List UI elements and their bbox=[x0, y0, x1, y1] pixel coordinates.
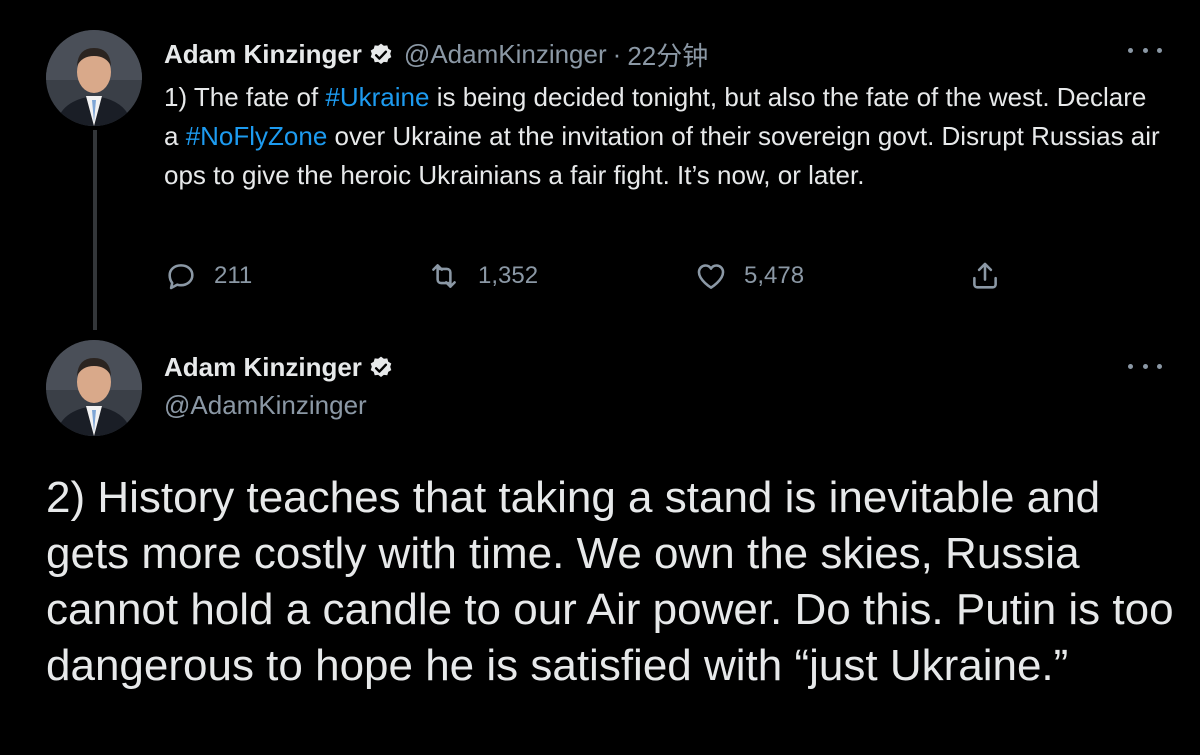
tweet-text: 1) The fate of #Ukraine is being decided… bbox=[164, 78, 1164, 195]
avatar[interactable] bbox=[46, 340, 142, 436]
reply-icon bbox=[168, 264, 194, 290]
thread-connector-line bbox=[93, 130, 97, 330]
tweet-text: 2) History teaches that taking a stand i… bbox=[46, 473, 1174, 690]
author-display-name[interactable]: Adam Kinzinger bbox=[164, 39, 362, 70]
more-options-icon[interactable] bbox=[1128, 40, 1162, 60]
heart-icon bbox=[697, 264, 725, 289]
share-button[interactable] bbox=[968, 256, 1002, 296]
hashtag-link[interactable]: #Ukraine bbox=[325, 82, 429, 112]
verified-badge-icon bbox=[368, 355, 394, 381]
tweet-header: Adam Kinzinger @AdamKinzinger · 22分钟 bbox=[164, 36, 708, 73]
header-separator: · bbox=[612, 39, 622, 69]
tweet-header: Adam Kinzinger bbox=[164, 352, 394, 383]
avatar[interactable] bbox=[46, 30, 142, 126]
author-handle[interactable]: @AdamKinzinger bbox=[404, 39, 607, 70]
share-icon bbox=[973, 262, 997, 289]
tweet-timestamp[interactable]: 22分钟 bbox=[627, 36, 708, 73]
retweet-count: 1,352 bbox=[478, 262, 539, 289]
like-count: 5,478 bbox=[744, 262, 805, 289]
retweet-button[interactable]: 1,352 bbox=[426, 256, 538, 296]
verified-badge-icon bbox=[368, 42, 394, 68]
author-display-name[interactable]: Adam Kinzinger bbox=[164, 352, 362, 383]
more-options-icon[interactable] bbox=[1128, 356, 1162, 376]
retweet-icon bbox=[432, 264, 456, 288]
hashtag-link[interactable]: #NoFlyZone bbox=[186, 121, 328, 151]
author-handle[interactable]: @AdamKinzinger bbox=[164, 390, 367, 421]
tweet-text-segment: 1) The fate of bbox=[164, 82, 326, 112]
reply-button[interactable]: 211 bbox=[164, 256, 252, 296]
reply-count: 211 bbox=[214, 262, 253, 289]
like-button[interactable]: 5,478 bbox=[694, 256, 804, 296]
